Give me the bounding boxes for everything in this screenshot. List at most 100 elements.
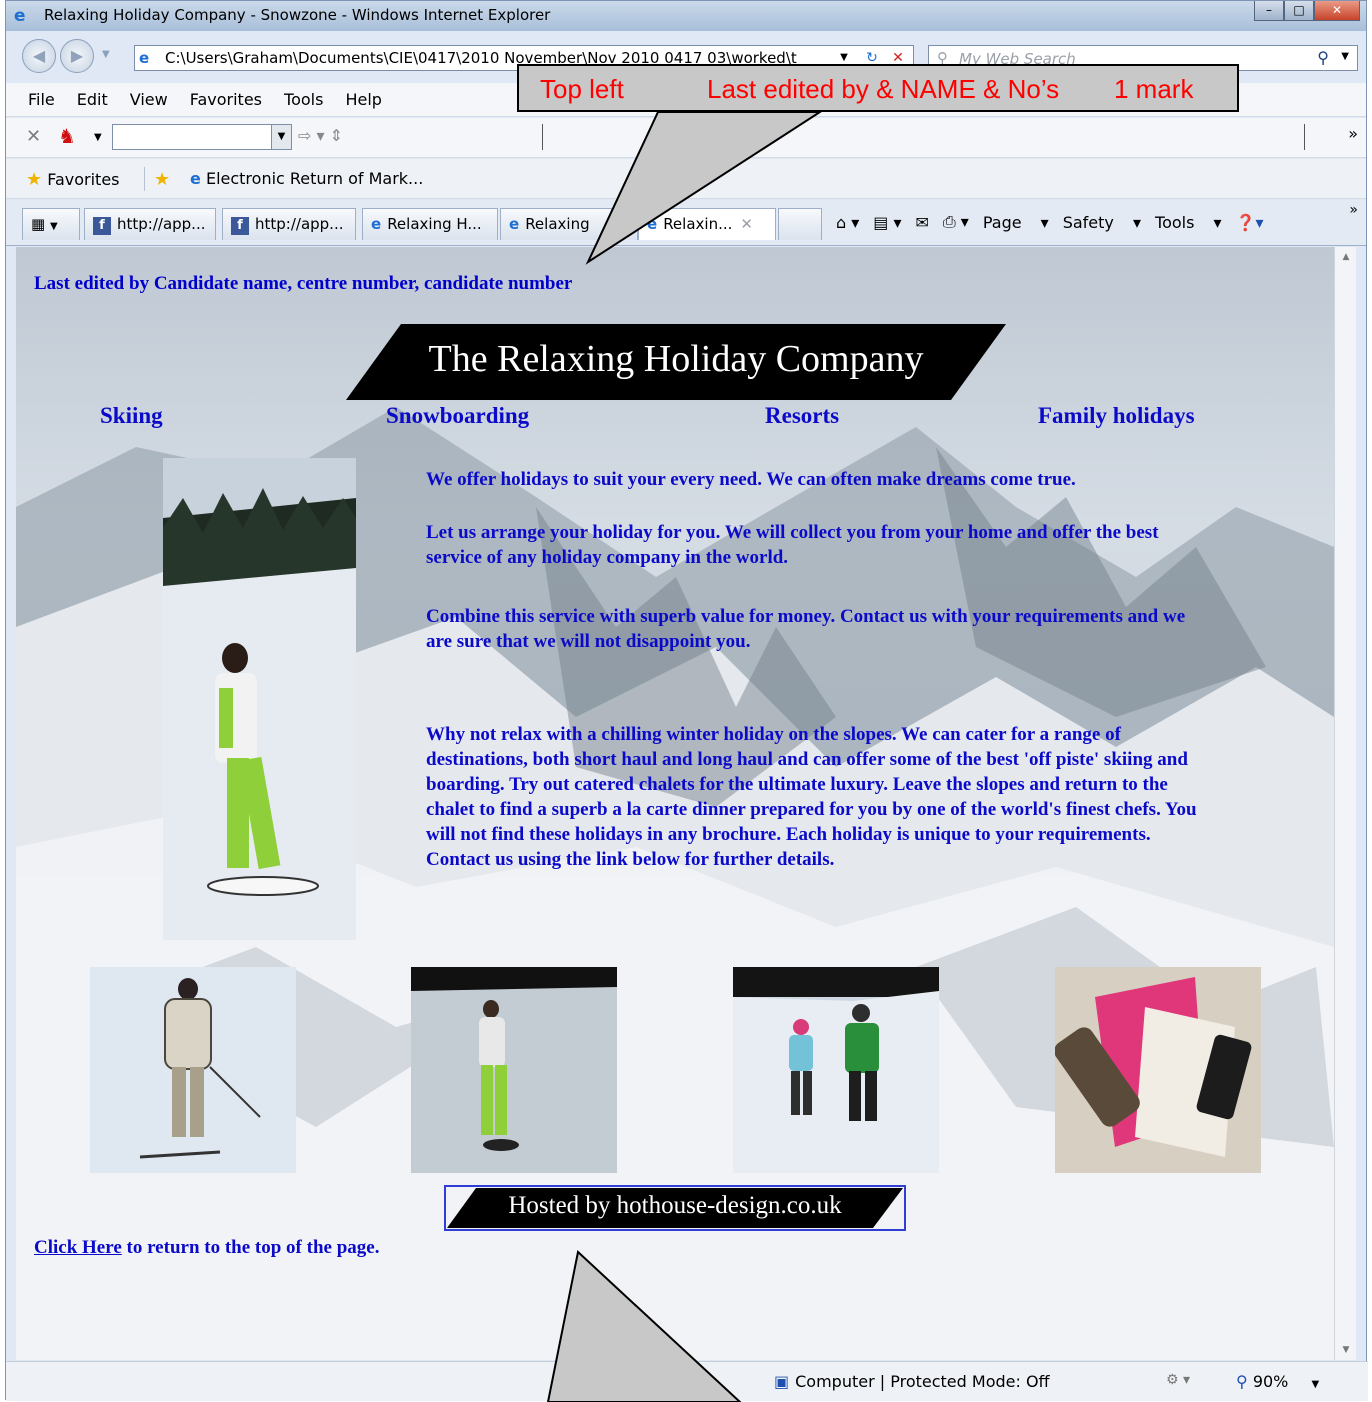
toolbar-more-icon[interactable]: » — [1348, 124, 1358, 143]
snowboarder-photo — [163, 458, 356, 940]
menu-help[interactable]: Help — [345, 90, 381, 109]
favorite-link[interactable]: e Electronic Return of Mark... — [190, 169, 423, 188]
toolbar-logo-icon[interactable]: ♞ — [58, 124, 76, 148]
forward-button[interactable]: ▶ — [60, 39, 94, 73]
zoom-level[interactable]: ⚲ 90% ▼ — [1236, 1372, 1319, 1391]
nav-resorts[interactable]: Resorts — [765, 403, 839, 429]
page-icon: e — [139, 49, 150, 67]
print-icon[interactable]: ⎙ ▾ — [943, 212, 969, 232]
favorite-link-label: Electronic Return of Mark... — [205, 169, 424, 188]
search-icon[interactable]: ⚲ — [1317, 48, 1329, 67]
winter-holiday-paragraph: Why not relax with a chilling winter hol… — [426, 724, 1197, 870]
zoom-icon: ⚲ — [1236, 1372, 1248, 1391]
status-bar: ▣ Computer | Protected Mode: Off ⚙ ▾ ⚲ 90… — [6, 1361, 1368, 1401]
tab-label: Relaxing H... — [387, 215, 482, 233]
fav-separator — [144, 167, 145, 191]
skier-photo — [90, 967, 296, 1173]
security-zone[interactable]: ▣ Computer | Protected Mode: Off — [774, 1372, 1050, 1391]
ie-page-icon: e — [190, 169, 201, 188]
menu-tools[interactable]: Tools — [284, 90, 323, 109]
nav-skiing[interactable]: Skiing — [100, 403, 163, 429]
ie-icon: e — [647, 215, 658, 233]
tabbar-more-icon[interactable]: » — [1349, 202, 1358, 218]
page-menu[interactable]: Page ▾ — [983, 213, 1049, 232]
quick-tabs-button[interactable]: ▦ ▼ — [22, 208, 80, 240]
tools-menu[interactable]: Tools ▾ — [1155, 213, 1222, 232]
tab-relaxing-active[interactable]: e Relaxin... ✕ — [638, 208, 776, 240]
ie-icon: e — [509, 215, 520, 233]
minimize-button[interactable]: – — [1254, 1, 1284, 21]
tab-relaxing-1[interactable]: e Relaxing H... — [362, 208, 498, 240]
star-icon: ★ — [26, 169, 43, 190]
close-toolbar-icon[interactable]: ✕ — [26, 126, 41, 147]
mail-icon[interactable]: ✉ — [916, 213, 929, 232]
tab-facebook-2[interactable]: f http://app... — [222, 208, 356, 240]
intro-paragraph: We offer holidays to suit your every nee… — [426, 469, 1076, 490]
feeds-icon[interactable]: ▤ ▾ — [873, 213, 901, 232]
tab-relaxing-2[interactable]: e Relaxing — [500, 208, 638, 240]
annotation-description: Last edited by & NAME & No’s — [707, 74, 1060, 104]
zone-label: Computer | Protected Mode: Off — [795, 1372, 1050, 1391]
facebook-icon: f — [231, 217, 249, 235]
click-here-link[interactable]: Click Here — [34, 1237, 122, 1258]
return-line: Click Here to return to the top of the p… — [34, 1237, 379, 1259]
window-title: Relaxing Holiday Company - Snowzone - Wi… — [44, 6, 551, 24]
toolbar-separator — [1304, 124, 1305, 150]
command-bar: ⌂ ▾ ▤ ▾ ✉ ⎙ ▾ Page ▾ Safety ▾ Tools ▾ ❓▾ — [836, 212, 1278, 232]
title-bar: e Relaxing Holiday Company - Snowzone - … — [6, 1, 1366, 31]
hosted-text: Hosted by hothouse-design.co.uk — [508, 1192, 842, 1219]
scroll-up-icon[interactable]: ▲ — [1335, 247, 1357, 267]
scroll-down-icon[interactable]: ▼ — [1335, 1340, 1357, 1360]
page-title: The Relaxing Holiday Company — [428, 338, 924, 380]
favorites-bar: ★ Favorites ★ e Electronic Return of Mar… — [6, 159, 1366, 199]
protected-mode-icon[interactable]: ⚙ ▾ — [1166, 1372, 1190, 1388]
favorites-button[interactable]: ★ Favorites — [26, 169, 120, 190]
menu-favorites[interactable]: Favorites — [190, 90, 262, 109]
toolbar-search-combo[interactable]: ▼ — [112, 124, 292, 150]
boarder-photo — [411, 967, 617, 1173]
value-paragraph: Combine this service with superb value f… — [426, 606, 1186, 652]
back-button[interactable]: ◀ — [22, 39, 56, 73]
quick-tabs-icon: ▦ — [31, 215, 46, 233]
facebook-icon: f — [93, 217, 111, 235]
return-text: to return to the top of the page. — [121, 1237, 380, 1258]
zoom-dropdown-icon: ▼ — [1311, 1379, 1320, 1390]
safety-menu-label: Safety — [1062, 212, 1114, 232]
toolbar-arrows-icon[interactable]: ⇨ ▾ ⇕ — [298, 126, 343, 145]
addon-toolbar: ✕ ♞ ▼ ▼ ⇨ ▾ ⇕ » — [6, 118, 1366, 158]
service-paragraph: Let us arrange your holiday for you. We … — [426, 522, 1159, 568]
nav-family-holidays[interactable]: Family holidays — [1038, 403, 1195, 429]
window-controls: – □ ✕ — [1254, 1, 1360, 21]
zoom-label: 90% — [1252, 1372, 1289, 1391]
menu-edit[interactable]: Edit — [77, 90, 108, 109]
page-scrollbar[interactable]: ▲ ▼ — [1334, 247, 1356, 1360]
new-tab-button[interactable] — [778, 208, 822, 240]
tools-menu-label: Tools — [1155, 212, 1195, 232]
close-window-button[interactable]: ✕ — [1314, 1, 1360, 21]
ie-icon: e — [371, 215, 382, 233]
annotation-position: Top left — [540, 74, 624, 104]
tab-label: http://app... — [117, 215, 206, 233]
tab-label: Relaxing — [525, 215, 590, 233]
add-favorite-icon[interactable]: ★ — [154, 169, 170, 190]
computer-icon: ▣ — [774, 1372, 790, 1391]
search-dropdown-icon[interactable]: ▼ — [1341, 51, 1349, 62]
toolbar-separator — [542, 124, 543, 150]
safety-menu[interactable]: Safety ▾ — [1063, 213, 1141, 232]
combo-arrow-icon[interactable]: ▼ — [271, 125, 291, 149]
home-icon[interactable]: ⌂ ▾ — [836, 213, 859, 232]
close-tab-icon[interactable]: ✕ — [740, 215, 753, 233]
menu-view[interactable]: View — [130, 90, 168, 109]
tab-label: http://app... — [255, 215, 344, 233]
history-dropdown-icon[interactable]: ▼ — [102, 49, 110, 60]
nav-snowboarding[interactable]: Snowboarding — [386, 403, 529, 429]
tab-bar: ▦ ▼ f http://app... f http://app... e Relax… — [6, 200, 1366, 246]
maximize-button[interactable]: □ — [1284, 1, 1314, 21]
help-icon[interactable]: ❓▾ — [1236, 213, 1264, 232]
lesson-photo — [733, 967, 939, 1173]
add-star-icon: ★ — [154, 169, 171, 190]
logo-dropdown-icon[interactable]: ▼ — [94, 132, 102, 143]
tab-facebook-1[interactable]: f http://app... — [84, 208, 216, 240]
annotation-mark: 1 mark — [1114, 74, 1194, 104]
menu-file[interactable]: File — [28, 90, 55, 109]
